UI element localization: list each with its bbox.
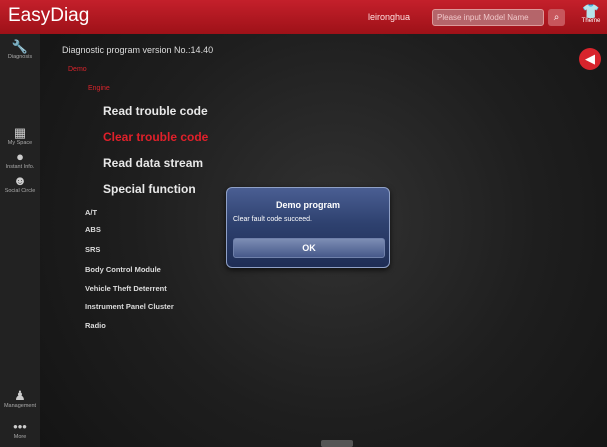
system-item-at[interactable]: A/T: [85, 208, 97, 217]
sidebar-item-social-circle[interactable]: ☻ Social Circle: [0, 173, 40, 195]
top-bar: EasyDiag leironghua ⌕ 👕 Theme: [0, 0, 607, 34]
alert-dialog: Demo program Clear fault code succeed. O…: [226, 187, 390, 268]
function-clear-trouble-code[interactable]: Clear trouble code: [103, 130, 208, 144]
sidebar-item-instant-info[interactable]: ● Instant Info.: [0, 149, 40, 171]
back-button[interactable]: ◀: [579, 48, 601, 70]
calendar-icon: ▦: [13, 125, 27, 140]
function-special-function[interactable]: Special function: [103, 182, 196, 196]
ok-button[interactable]: OK: [233, 238, 385, 258]
breadcrumb-demo[interactable]: Demo: [68, 66, 87, 73]
person-icon: ♟: [14, 388, 26, 403]
dialog-message: Clear fault code succeed.: [233, 216, 312, 223]
system-item-srs[interactable]: SRS: [85, 245, 100, 254]
username[interactable]: leironghua: [368, 12, 410, 22]
search-button[interactable]: ⌕: [548, 9, 565, 26]
ellipsis-icon: •••: [13, 419, 27, 434]
chat-bubble-icon: ●: [16, 149, 24, 164]
dialog-title: Demo program: [275, 200, 340, 210]
model-search-input[interactable]: [432, 9, 544, 26]
system-item-radio[interactable]: Radio: [85, 321, 106, 330]
function-read-data-stream[interactable]: Read data stream: [103, 156, 203, 170]
function-read-trouble-code[interactable]: Read trouble code: [103, 104, 208, 118]
theme-button[interactable]: 👕 Theme: [578, 4, 604, 24]
sidebar-item-more[interactable]: ••• More: [0, 419, 40, 441]
sidebar: 🔧 Diagnosis ▦ My Space ● Instant Info. ☻…: [0, 34, 40, 447]
sidebar-item-management[interactable]: ♟ Management: [0, 388, 40, 410]
wrench-icon: 🔧: [11, 39, 29, 54]
system-item-body-control-module[interactable]: Body Control Module: [85, 265, 161, 274]
breadcrumb-engine[interactable]: Engine: [88, 85, 110, 92]
sidebar-item-my-space[interactable]: ▦ My Space: [0, 125, 40, 147]
system-item-abs[interactable]: ABS: [85, 225, 101, 234]
sidebar-item-label: Diagnosis: [7, 54, 33, 60]
sidebar-item-label: Instant Info.: [5, 164, 35, 170]
app-title: EasyDiag: [8, 5, 90, 26]
magnifier-icon: ⌕: [553, 12, 560, 23]
drag-handle[interactable]: [321, 440, 353, 447]
back-arrow-icon: ◀: [585, 51, 595, 66]
theme-label: Theme: [581, 18, 601, 24]
program-version: Diagnostic program version No.:14.40: [62, 45, 214, 55]
system-item-instrument-panel-cluster[interactable]: Instrument Panel Cluster: [85, 302, 174, 311]
sidebar-item-label: More: [13, 434, 27, 440]
sidebar-item-label: My Space: [7, 140, 33, 146]
sidebar-item-diagnosis[interactable]: 🔧 Diagnosis: [0, 39, 40, 61]
system-item-vehicle-theft-deterrent[interactable]: Vehicle Theft Deterrent: [85, 284, 167, 293]
sidebar-item-label: Management: [3, 403, 37, 409]
smiley-icon: ☻: [13, 173, 27, 188]
sidebar-item-label: Social Circle: [4, 188, 36, 194]
shirt-icon: 👕: [582, 3, 600, 19]
